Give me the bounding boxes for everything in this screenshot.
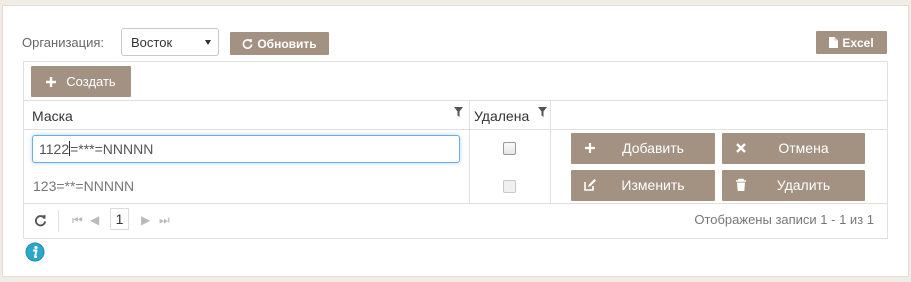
- delete-button-label: Удалить: [776, 177, 831, 193]
- column-divider: [469, 101, 470, 129]
- cancel-button[interactable]: Отмена: [722, 133, 865, 164]
- grid-toolbar: Создать: [24, 62, 887, 101]
- last-page-icon[interactable]: ⏭: [159, 213, 170, 228]
- delete-button[interactable]: Удалить: [722, 170, 865, 201]
- first-page-icon[interactable]: ⏮: [72, 213, 83, 228]
- column-divider: [550, 130, 551, 167]
- table-row: 1122=***=NNNNN Добавить Отмена: [24, 130, 887, 167]
- add-button[interactable]: Добавить: [571, 133, 715, 164]
- excel-export-button[interactable]: Excel: [816, 31, 887, 54]
- refresh-button[interactable]: Обновить: [230, 32, 329, 55]
- column-header-mask[interactable]: Маска: [32, 108, 73, 124]
- organization-label: Организация:: [22, 35, 105, 50]
- top-toolbar: Организация: Восток Обновить Excel: [22, 28, 887, 58]
- records-summary: Отображены записи 1 - 1 из 1: [694, 212, 874, 227]
- add-button-label: Добавить: [622, 140, 684, 156]
- edit-button[interactable]: Изменить: [571, 170, 715, 201]
- refresh-icon: [242, 39, 253, 49]
- file-icon: [829, 37, 839, 48]
- edit-button-label: Изменить: [621, 177, 685, 193]
- masks-grid: Создать Маска Удалена 1122=***=NNNNN Доб…: [23, 61, 888, 239]
- plus-icon: [46, 76, 57, 87]
- refresh-button-label: Обновить: [257, 36, 317, 51]
- create-button[interactable]: Создать: [31, 66, 131, 97]
- cancel-button-label: Отмена: [778, 140, 829, 156]
- deleted-checkbox[interactable]: [503, 142, 516, 155]
- organization-select[interactable]: Восток: [121, 28, 219, 56]
- column-divider: [550, 101, 551, 129]
- current-page[interactable]: 1: [110, 208, 129, 230]
- pager: ⏮ ◀ 1 ▶ ⏭ Отображены записи 1 - 1 из 1: [24, 204, 887, 238]
- refresh-icon[interactable]: [34, 214, 47, 227]
- pager-divider: [58, 210, 59, 232]
- mask-input-text-before: 1122: [39, 141, 70, 157]
- info-icon[interactable]: [25, 242, 45, 262]
- grid-header: Маска Удалена: [24, 101, 887, 130]
- filter-icon[interactable]: [538, 107, 547, 117]
- create-button-label: Создать: [66, 74, 116, 89]
- deleted-checkbox: [503, 180, 516, 193]
- table-row: 123=**=NNNNN Изменить Удалить: [24, 167, 887, 204]
- organization-select-value: Восток: [131, 35, 173, 50]
- filter-icon[interactable]: [454, 107, 463, 117]
- excel-button-label: Excel: [842, 35, 874, 50]
- mask-cell: 123=**=NNNNN: [33, 178, 135, 194]
- column-divider: [550, 167, 551, 203]
- chevron-down-icon: [205, 40, 211, 45]
- column-divider: [469, 130, 470, 167]
- mask-input[interactable]: 1122=***=NNNNN: [32, 135, 460, 163]
- mask-input-text-after: =***=NNNNN: [70, 141, 154, 157]
- column-divider: [469, 167, 470, 203]
- column-header-deleted[interactable]: Удалена: [474, 108, 529, 124]
- next-page-icon[interactable]: ▶: [141, 213, 150, 227]
- prev-page-icon[interactable]: ◀: [90, 213, 99, 227]
